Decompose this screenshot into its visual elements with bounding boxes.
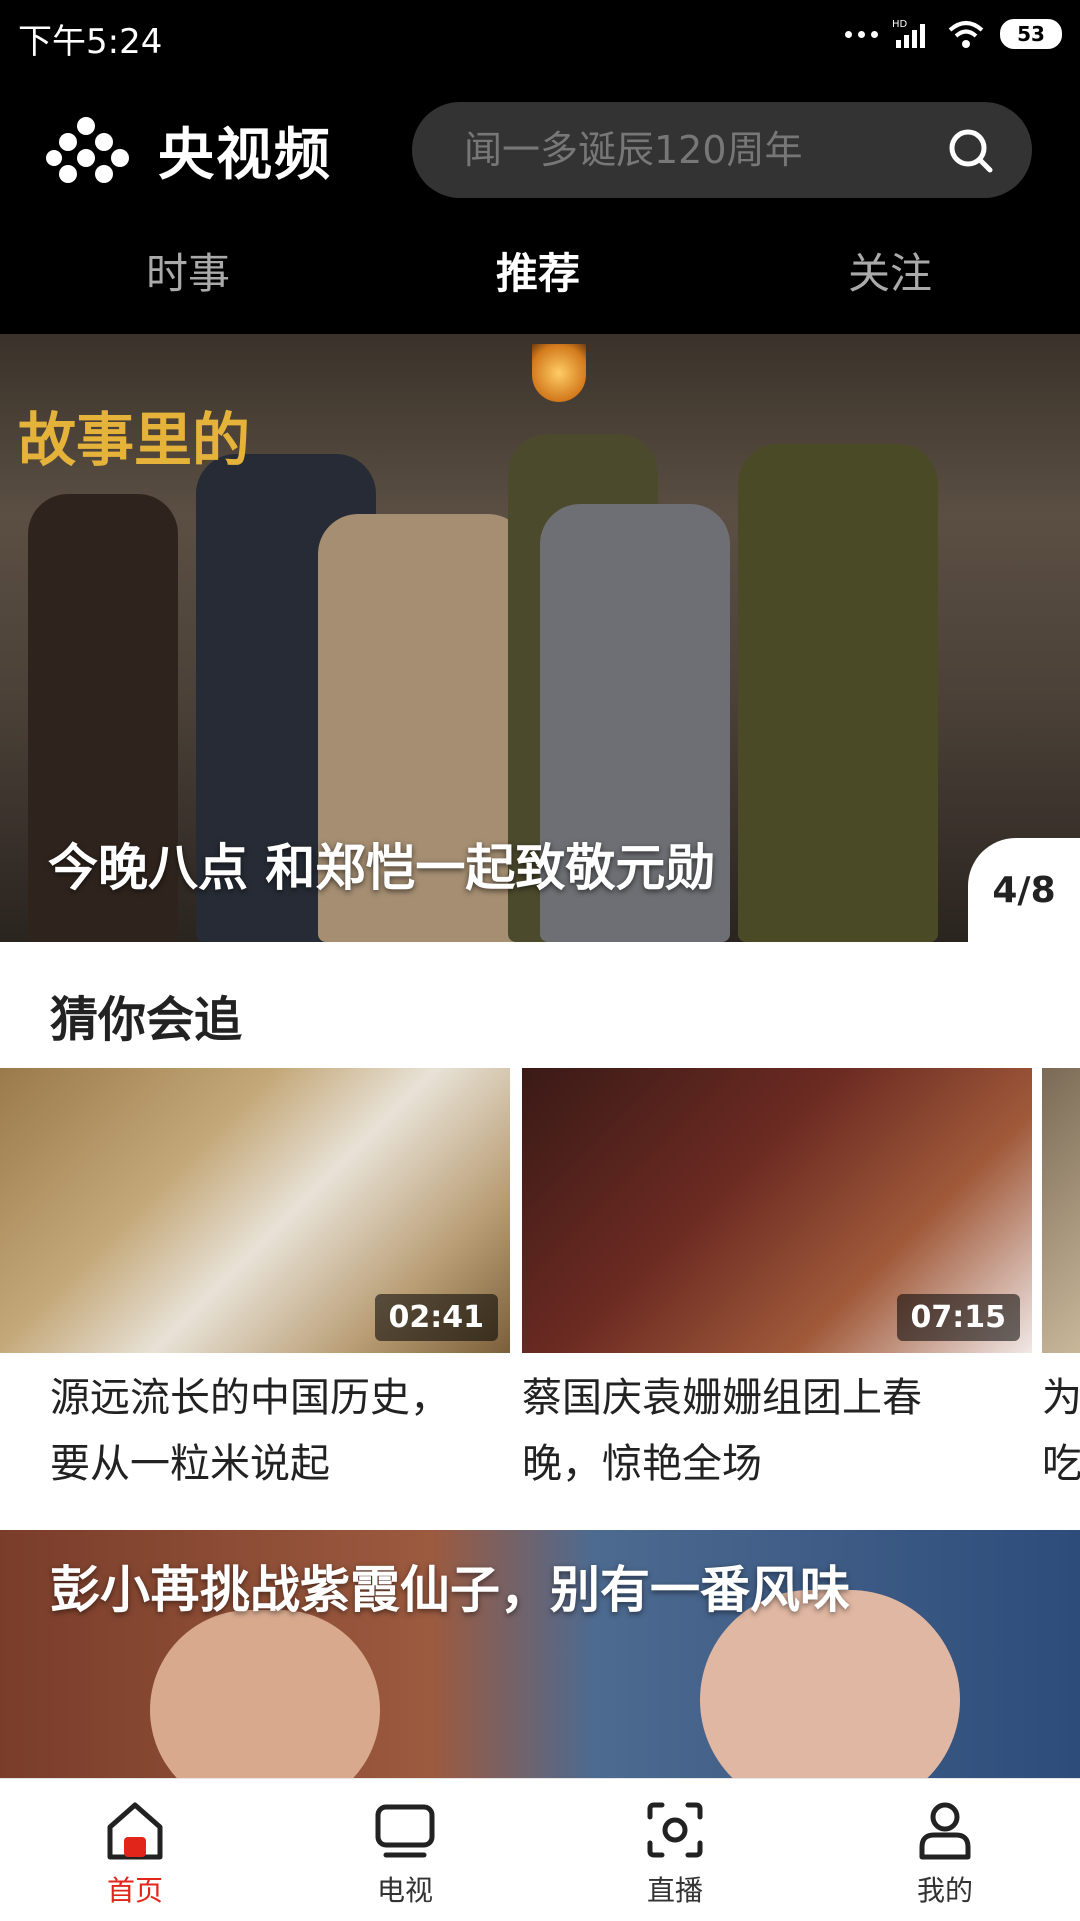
tab-tuijian[interactable]: 推荐 — [496, 240, 580, 301]
video-card-partial[interactable]: 为吃 — [1042, 1068, 1080, 1497]
live-icon — [647, 1802, 703, 1858]
tab-shishi[interactable]: 时事 — [146, 240, 230, 301]
top-header: 下午5:24 HD 53 央视频 闻一多诞辰120周年 时事 推荐 关注 — [0, 0, 1080, 334]
banner-page-counter: 4/8 — [968, 838, 1080, 942]
nav-label-tv: 电视 — [376, 1874, 433, 1907]
figure-soldier-right — [738, 444, 938, 942]
lamp-graphic — [532, 344, 586, 402]
svg-text:故事里的中国: 故事里的中国 — [18, 406, 252, 474]
nav-label-profile: 我的 — [916, 1874, 973, 1907]
network-label: HD — [892, 19, 908, 30]
video-card[interactable]: 02:41 源远流长的中国历史，要从一粒米说起 — [0, 1068, 510, 1497]
bottom-nav: 首页 电视 直播 我的 — [0, 1778, 1080, 1921]
tv-icon — [375, 1804, 435, 1858]
nav-label-home: 首页 — [106, 1874, 163, 1907]
tab-guanzhu[interactable]: 关注 — [848, 240, 932, 301]
nav-label-live: 直播 — [646, 1874, 703, 1907]
logo-text: 央视频 — [158, 123, 332, 188]
video-card[interactable]: 07:15 蔡国庆袁姗姗组团上春晚，惊艳全场 — [522, 1068, 1032, 1497]
feature-title: 彭小苒挑战紫霞仙子，别有一番风味 — [50, 1561, 850, 1619]
wifi-icon — [948, 21, 984, 48]
video-title[interactable]: 为吃 — [1042, 1365, 1080, 1497]
nav-item-tv[interactable]: 电视 — [335, 1797, 475, 1909]
feature-banner[interactable]: 彭小苒挑战紫霞仙子，别有一番风味 — [0, 1530, 1080, 1780]
feature-face-left — [150, 1610, 380, 1780]
banner-caption: 今晚八点 和郑恺一起致敬元勋 — [48, 839, 716, 897]
more-dots-icon — [845, 30, 878, 38]
search-input[interactable] — [462, 124, 926, 176]
battery-indicator: 53 — [1000, 19, 1062, 49]
hero-banner[interactable]: 故事里的中国 今晚八点 和郑恺一起致敬元勋 4/8 — [0, 334, 1080, 942]
video-thumbnail[interactable]: 07:15 — [522, 1068, 1032, 1353]
section-title: 猜你会追 — [50, 992, 243, 1048]
video-duration: 07:15 — [896, 1294, 1020, 1341]
signal-icon: HD — [892, 19, 925, 48]
status-icons: HD 53 — [845, 18, 1062, 50]
status-time: 下午5:24 — [18, 22, 163, 62]
video-title[interactable]: 源远流长的中国历史，要从一粒米说起 — [0, 1365, 480, 1497]
video-thumbnail[interactable]: 02:41 — [0, 1068, 510, 1353]
nav-item-profile[interactable]: 我的 — [875, 1797, 1015, 1909]
app-logo[interactable]: 央视频 — [46, 110, 332, 191]
video-title[interactable]: 蔡国庆袁姗姗组团上春晚，惊艳全场 — [522, 1365, 992, 1497]
video-duration: 02:41 — [374, 1294, 498, 1341]
nav-item-home[interactable]: 首页 — [65, 1797, 205, 1909]
status-bar: 下午5:24 HD 53 — [0, 0, 1080, 72]
search-icon[interactable] — [946, 126, 996, 176]
recommend-carousel: 02:41 源远流长的中国历史，要从一粒米说起 07:15 蔡国庆袁姗姗组团上春… — [0, 1068, 1080, 1498]
nav-item-live[interactable]: 直播 — [605, 1797, 745, 1909]
profile-icon — [919, 1802, 971, 1860]
search-bar[interactable] — [412, 102, 1032, 198]
banner-show-logo: 故事里的中国 — [18, 406, 252, 474]
logo-mark-icon — [46, 116, 129, 183]
home-icon — [107, 1802, 163, 1860]
video-thumbnail[interactable] — [1042, 1068, 1080, 1353]
top-tabs: 时事 推荐 关注 — [0, 240, 1080, 310]
